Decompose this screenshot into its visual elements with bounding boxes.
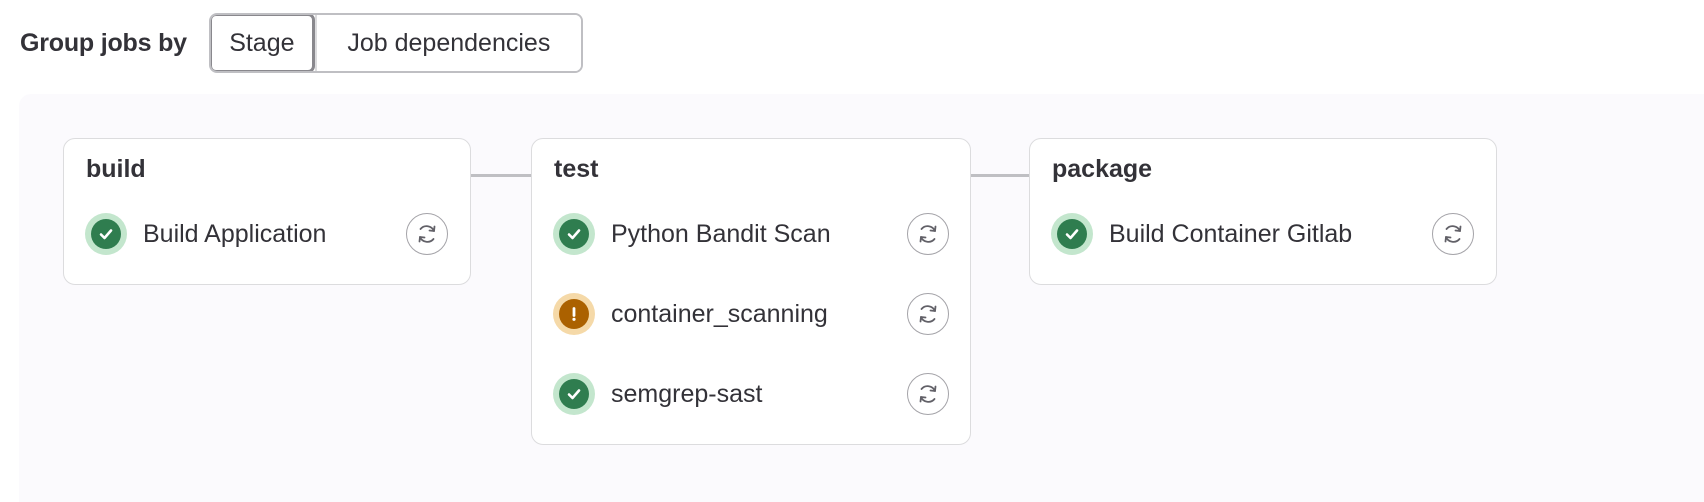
job-build-application[interactable]: Build Application	[85, 210, 326, 258]
stage-title: test	[554, 155, 599, 183]
job-build-container-gitlab[interactable]: Build Container Gitlab	[1051, 210, 1352, 258]
group-by-stage-button[interactable]: Stage	[210, 15, 315, 71]
status-success-icon	[85, 213, 127, 255]
stage-build: build Build Application	[63, 138, 471, 285]
group-by-job-dependencies-button[interactable]: Job dependencies	[314, 15, 581, 71]
retry-icon[interactable]	[1432, 213, 1474, 255]
job-name[interactable]: container_scanning	[611, 300, 828, 329]
job-name[interactable]: Build Application	[143, 220, 326, 249]
group-jobs-toolbar: Group jobs by Stage Job dependencies	[20, 13, 583, 73]
group-by-toggle: Stage Job dependencies	[208, 13, 583, 73]
stage-connector	[471, 174, 532, 177]
retry-icon[interactable]	[907, 213, 949, 255]
status-success-icon	[1051, 213, 1093, 255]
stage-test: test Python Bandit Scan container_scanni…	[531, 138, 971, 445]
status-success-icon	[553, 213, 595, 255]
job-python-bandit-scan[interactable]: Python Bandit Scan	[553, 210, 831, 258]
job-semgrep-sast[interactable]: semgrep-sast	[553, 370, 762, 418]
retry-icon[interactable]	[907, 373, 949, 415]
status-warning-icon	[553, 293, 595, 335]
stage-title: package	[1052, 155, 1153, 183]
job-name[interactable]: Python Bandit Scan	[611, 220, 831, 249]
pipeline-graph: build Build Application test Python Band…	[19, 94, 1704, 502]
group-jobs-label: Group jobs by	[20, 28, 187, 57]
job-name[interactable]: semgrep-sast	[611, 380, 762, 409]
stage-package: package Build Container Gitlab	[1029, 138, 1497, 285]
job-container-scanning[interactable]: container_scanning	[553, 290, 828, 338]
retry-icon[interactable]	[406, 213, 448, 255]
stage-title: build	[86, 155, 146, 183]
status-success-icon	[553, 373, 595, 415]
retry-icon[interactable]	[907, 293, 949, 335]
job-name[interactable]: Build Container Gitlab	[1109, 220, 1352, 249]
